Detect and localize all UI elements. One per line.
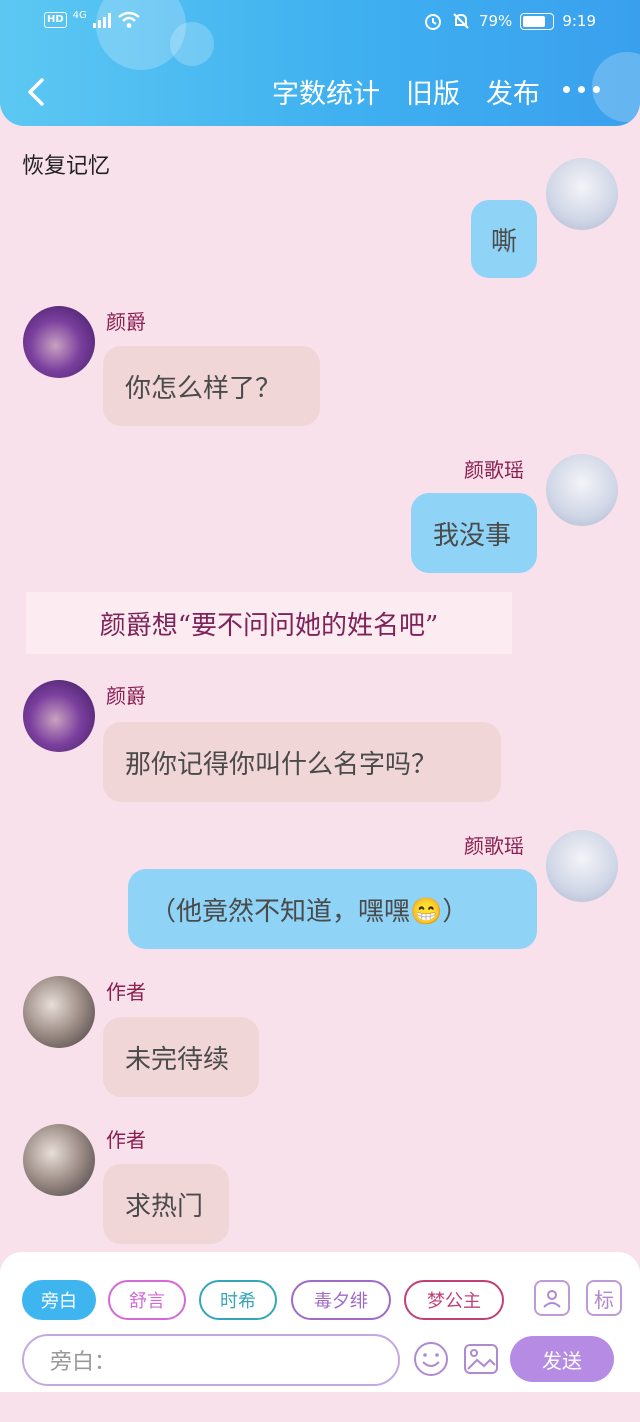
sender-name: 颜歌瑶 (464, 834, 524, 858)
mute-bell-icon (453, 13, 469, 29)
emoji-icon[interactable] (412, 1340, 450, 1378)
message-bubble: 求热门 (103, 1164, 229, 1244)
signal-icon (92, 12, 111, 28)
hd-indicator: HD (44, 12, 67, 28)
image-icon[interactable] (462, 1340, 500, 1378)
avatar[interactable] (23, 680, 95, 752)
role-chip-shuyan[interactable]: 舒言 (108, 1280, 186, 1320)
nav-bar: 字数统计 旧版 发布 (0, 60, 640, 120)
message-bubble: 你怎么样了？ (103, 346, 320, 426)
message-bubble: 未完待续 (103, 1017, 259, 1097)
old-version-button[interactable]: 旧版 (406, 72, 460, 111)
alarm-icon (424, 14, 441, 30)
bottom-strip (0, 1392, 640, 1422)
sender-name: 作者 (106, 980, 146, 1004)
status-bar: HD 4G 79% 9:19 (0, 0, 640, 44)
word-count-button[interactable]: 字数统计 (272, 72, 380, 111)
composer-panel: 旁白 舒言 时希 毒夕绯 梦公主 标 旁白： 发送 (0, 1252, 640, 1392)
avatar[interactable] (23, 306, 95, 378)
sender-name: 颜爵 (106, 310, 146, 334)
sender-name: 颜歌瑶 (464, 458, 524, 482)
chevron-left-icon[interactable] (18, 72, 54, 112)
message-bubble: 那你记得你叫什么名字吗？ (103, 722, 501, 802)
narration-block: 颜爵想“要不问问她的姓名吧” (26, 592, 512, 654)
avatar[interactable] (546, 158, 618, 230)
clock: 9:19 (562, 12, 596, 30)
sender-name: 颜爵 (106, 684, 146, 708)
role-chip-narrator[interactable]: 旁白 (22, 1280, 96, 1320)
network-type: 4G (72, 9, 87, 21)
battery-icon (520, 12, 555, 30)
role-chip-menggongzhu[interactable]: 梦公主 (404, 1280, 504, 1320)
avatar[interactable] (546, 830, 618, 902)
avatar[interactable] (546, 454, 618, 526)
tag-button[interactable]: 标 (586, 1280, 622, 1316)
message-input[interactable]: 旁白： (22, 1334, 400, 1386)
wifi-icon (118, 11, 140, 28)
more-dots-icon[interactable] (563, 86, 600, 93)
chapter-title: 恢复记忆 (22, 154, 111, 179)
message-bubble: （他竟然不知道，嘿嘿😁） (128, 869, 537, 949)
role-chip-shixi[interactable]: 时希 (199, 1280, 277, 1320)
avatar[interactable] (23, 976, 95, 1048)
message-bubble: 嘶 (471, 200, 537, 278)
battery-percent: 79% (478, 12, 513, 30)
send-button[interactable]: 发送 (510, 1336, 614, 1382)
sender-name: 作者 (106, 1128, 146, 1152)
app-header: HD 4G 79% 9:19 字数统计 旧版 发布 (0, 0, 640, 126)
publish-button[interactable]: 发布 (486, 72, 540, 111)
battery-level (523, 15, 546, 27)
avatar[interactable] (23, 1124, 95, 1196)
message-bubble: 我没事 (411, 493, 537, 573)
add-character-icon[interactable] (534, 1280, 570, 1316)
role-chip-duxifei[interactable]: 毒夕绯 (291, 1280, 391, 1320)
